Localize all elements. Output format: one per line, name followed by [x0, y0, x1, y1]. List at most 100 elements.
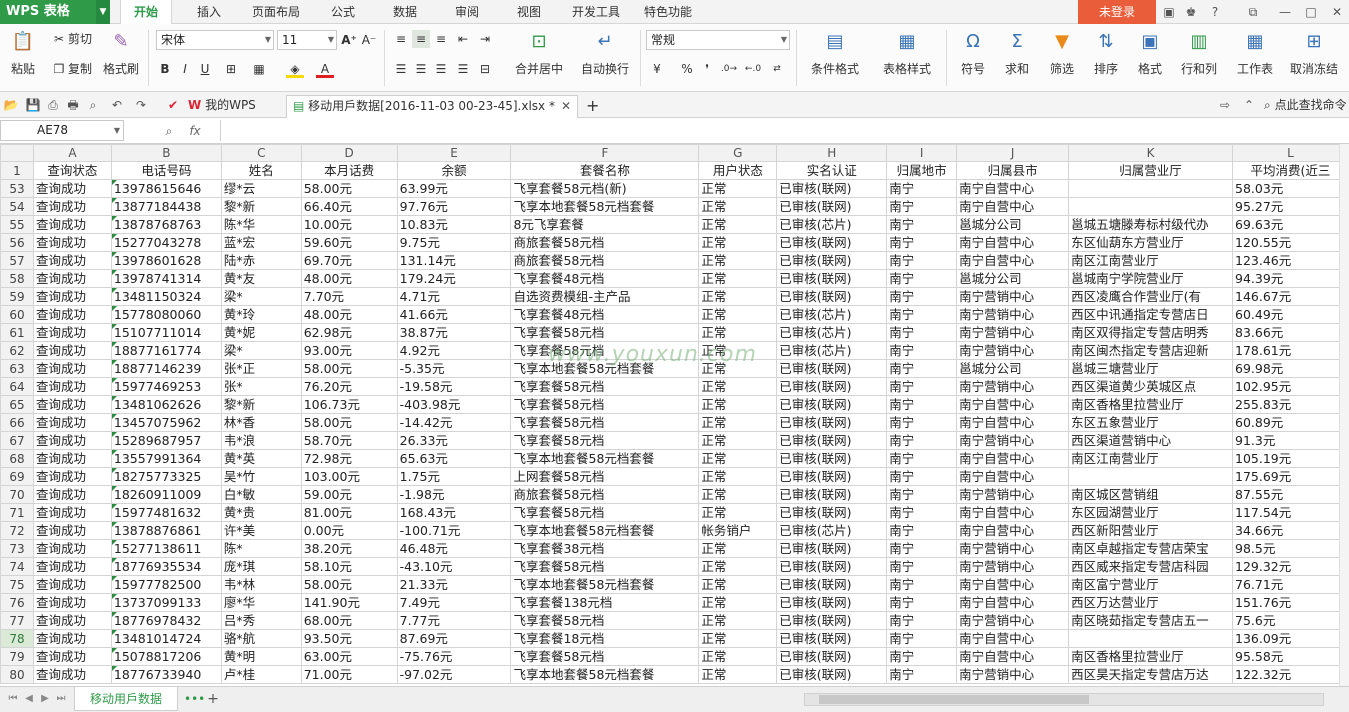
- header-cell[interactable]: 姓名: [220, 161, 302, 180]
- row-number[interactable]: 56: [0, 233, 34, 252]
- table-cell[interactable]: 93.50元: [300, 629, 398, 648]
- table-cell[interactable]: 146.67元: [1232, 287, 1349, 306]
- tab-home[interactable]: 开始: [120, 0, 172, 25]
- table-cell[interactable]: 南宁营销中心: [956, 377, 1070, 396]
- table-cell[interactable]: 48.00元: [300, 269, 398, 288]
- table-cell[interactable]: 10.00元: [300, 215, 398, 234]
- shirt-icon[interactable]: ♚: [1182, 3, 1200, 21]
- table-cell[interactable]: 122.32元: [1232, 665, 1349, 684]
- table-cell[interactable]: 13481014724: [110, 629, 222, 648]
- tab-insert[interactable]: 插入: [184, 0, 234, 24]
- restore-icon[interactable]: ⧉: [1244, 3, 1262, 21]
- table-cell[interactable]: 4.71元: [396, 287, 512, 306]
- table-cell[interactable]: 许*美: [220, 521, 302, 540]
- table-cell[interactable]: 已审核(芯片): [776, 215, 888, 234]
- table-cell[interactable]: 南宁: [886, 611, 958, 630]
- table-cell[interactable]: 13481150324: [110, 287, 222, 306]
- table-cell[interactable]: 飞享本地套餐58元档套餐: [510, 449, 700, 468]
- font-size-select[interactable]: 11 ▼: [277, 30, 337, 50]
- table-cell[interactable]: 已审核(联网): [776, 503, 888, 522]
- table-cell[interactable]: 飞享套餐48元档: [510, 305, 700, 324]
- login-button[interactable]: 未登录: [1078, 0, 1156, 24]
- table-cell[interactable]: 正常: [698, 395, 778, 414]
- table-cell[interactable]: 南宁: [886, 575, 958, 594]
- table-cell[interactable]: 南宁营销中心: [956, 557, 1070, 576]
- table-cell[interactable]: 南宁营销中心: [956, 341, 1070, 360]
- table-cell[interactable]: 查询成功: [32, 539, 112, 558]
- table-cell[interactable]: 梁*: [220, 287, 302, 306]
- table-cell[interactable]: 15977481632: [110, 503, 222, 522]
- table-cell[interactable]: 陈*: [220, 539, 302, 558]
- table-cell[interactable]: 正常: [698, 629, 778, 648]
- table-cell[interactable]: 飞享套餐38元档: [510, 539, 700, 558]
- table-cell[interactable]: 15977782500: [110, 575, 222, 594]
- column-header[interactable]: K: [1068, 144, 1233, 162]
- row-number[interactable]: 73: [0, 539, 34, 558]
- table-cell[interactable]: [1068, 629, 1233, 648]
- table-cell[interactable]: 查询成功: [32, 287, 112, 306]
- table-cell[interactable]: 已审核(联网): [776, 647, 888, 666]
- table-cell[interactable]: 58.03元: [1232, 179, 1349, 198]
- table-cell[interactable]: 飞享套餐58元档: [510, 377, 700, 396]
- table-cell[interactable]: 东区仙葫东方营业厅: [1068, 233, 1233, 252]
- table-cell[interactable]: 已审核(联网): [776, 269, 888, 288]
- column-header[interactable]: C: [220, 144, 302, 162]
- row-number[interactable]: 72: [0, 521, 34, 540]
- table-cell[interactable]: 97.76元: [396, 197, 512, 216]
- table-cell[interactable]: 15277043278: [110, 233, 222, 252]
- table-cell[interactable]: 正常: [698, 467, 778, 486]
- table-cell[interactable]: 查询成功: [32, 215, 112, 234]
- table-cell[interactable]: 南区香格里拉营业厅: [1068, 647, 1233, 666]
- table-cell[interactable]: 已审核(联网): [776, 251, 888, 270]
- table-cell[interactable]: 商旅套餐58元档: [510, 251, 700, 270]
- table-cell[interactable]: 正常: [698, 179, 778, 198]
- underline-button[interactable]: U: [196, 60, 214, 78]
- table-cell[interactable]: 正常: [698, 251, 778, 270]
- row-number[interactable]: 74: [0, 557, 34, 576]
- table-cell[interactable]: 西区万达营业厅: [1068, 593, 1233, 612]
- percent-button[interactable]: %: [678, 60, 696, 78]
- table-cell[interactable]: 南宁: [886, 539, 958, 558]
- table-cell[interactable]: 81.00元: [300, 503, 398, 522]
- table-cell[interactable]: 庞*琪: [220, 557, 302, 576]
- row-number[interactable]: 53: [0, 179, 34, 198]
- table-cell[interactable]: -14.42元: [396, 413, 512, 432]
- table-cell[interactable]: 帐务销户: [698, 521, 778, 540]
- table-cell[interactable]: 8元飞享套餐: [510, 215, 700, 234]
- row-number[interactable]: 75: [0, 575, 34, 594]
- table-cell[interactable]: 94.39元: [1232, 269, 1349, 288]
- align-top-button[interactable]: ≡: [392, 30, 410, 48]
- table-cell[interactable]: 60.49元: [1232, 305, 1349, 324]
- italic-button[interactable]: I: [176, 60, 194, 78]
- row-number[interactable]: 59: [0, 287, 34, 306]
- header-cell[interactable]: 本月话费: [300, 161, 398, 180]
- row-number[interactable]: 80: [0, 665, 34, 684]
- header-cell[interactable]: 电话号码: [110, 161, 222, 180]
- table-cell[interactable]: 黎*新: [220, 395, 302, 414]
- table-cell[interactable]: 邕城三塘营业厅: [1068, 359, 1233, 378]
- table-cell[interactable]: 已审核(联网): [776, 377, 888, 396]
- sheet-tab-active[interactable]: 移动用戶数据: [74, 687, 178, 711]
- row-number[interactable]: 76: [0, 593, 34, 612]
- table-cell[interactable]: 飞享套餐18元档: [510, 629, 700, 648]
- table-cell[interactable]: 21.33元: [396, 575, 512, 594]
- row-number[interactable]: 65: [0, 395, 34, 414]
- table-cell[interactable]: 41.66元: [396, 305, 512, 324]
- decrease-decimal-button[interactable]: ←.0: [744, 60, 762, 78]
- sum-button[interactable]: Σ 求和: [998, 30, 1036, 77]
- table-cell[interactable]: 邕城分公司: [956, 215, 1070, 234]
- table-cell[interactable]: 正常: [698, 611, 778, 630]
- table-cell[interactable]: 查询成功: [32, 503, 112, 522]
- scrollbar-thumb[interactable]: [819, 695, 1089, 704]
- table-cell[interactable]: -97.02元: [396, 665, 512, 684]
- table-cell[interactable]: 南区江南营业厅: [1068, 449, 1233, 468]
- font-name-select[interactable]: 宋体 ▼: [156, 30, 274, 50]
- row-number[interactable]: 64: [0, 377, 34, 396]
- table-cell[interactable]: 正常: [698, 557, 778, 576]
- prev-sheet-icon[interactable]: ◀: [22, 691, 36, 707]
- table-cell[interactable]: 93.00元: [300, 341, 398, 360]
- table-cell[interactable]: 飞享套餐58元档: [510, 341, 700, 360]
- table-cell[interactable]: -75.76元: [396, 647, 512, 666]
- table-cell[interactable]: 南宁自营中心: [956, 647, 1070, 666]
- number-format-select[interactable]: 常规 ▼: [646, 30, 790, 50]
